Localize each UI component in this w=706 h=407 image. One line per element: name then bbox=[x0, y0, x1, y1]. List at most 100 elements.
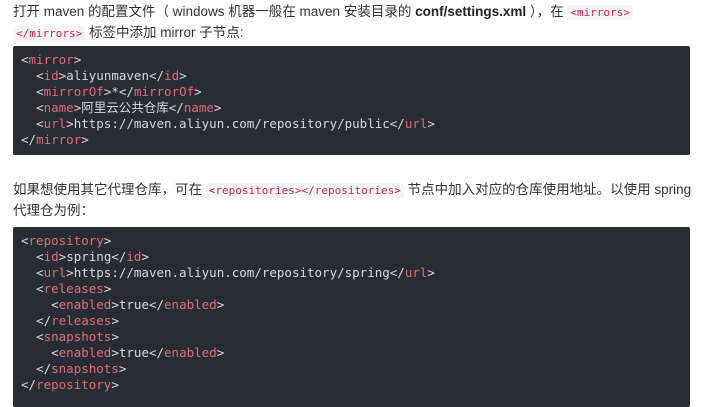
xml-text: https://maven.aliyun.com/repository/spri… bbox=[73, 265, 390, 280]
xml-tag-open: mirror bbox=[28, 52, 74, 67]
angle-bracket: > bbox=[427, 265, 435, 280]
intro-text-1: 打开 maven 的配置文件（ windows 机器一般在 maven 安装目录… bbox=[13, 4, 416, 19]
xml-tag-open: snapshots bbox=[43, 329, 112, 344]
xml-tag-open: repository bbox=[28, 233, 104, 248]
xml-tag-close: enabled bbox=[164, 345, 217, 360]
angle-bracket: < bbox=[36, 100, 44, 115]
xml-tag-open: mirrorOf bbox=[43, 84, 104, 99]
xml-text: 阿里云公共仓库 bbox=[81, 100, 169, 115]
code-line: </releases> bbox=[21, 313, 690, 329]
angle-bracket: < bbox=[36, 68, 44, 83]
code-line: <url>https://maven.aliyun.com/repository… bbox=[21, 116, 690, 132]
angle-bracket: </ bbox=[36, 361, 52, 376]
code-block-mirror: <mirror> <id>aliyunmaven</id> <mirrorOf>… bbox=[13, 46, 690, 155]
code-line: <id>spring</id> bbox=[21, 249, 690, 265]
xml-tag-open: name bbox=[43, 100, 74, 115]
angle-bracket: </ bbox=[148, 345, 165, 360]
code-line: <enabled>true</enabled> bbox=[21, 345, 690, 361]
angle-bracket: < bbox=[36, 249, 44, 264]
intro-text-2: ），在 bbox=[526, 4, 568, 19]
angle-bracket: < bbox=[21, 52, 29, 67]
xml-tag-open: id bbox=[43, 249, 59, 264]
xml-tag-close: id bbox=[126, 249, 142, 264]
code-line: <releases> bbox=[21, 281, 690, 297]
angle-bracket: > bbox=[103, 281, 112, 296]
xml-text: https://maven.aliyun.com/repository/publ… bbox=[73, 116, 390, 131]
xml-tag-close: mirror bbox=[36, 132, 82, 147]
angle-bracket: > bbox=[66, 116, 74, 131]
xml-tag-close: repository bbox=[36, 377, 112, 392]
xml-tag-close: id bbox=[164, 68, 180, 83]
xml-tag-open: enabled bbox=[58, 297, 112, 312]
angle-bracket: > bbox=[111, 313, 119, 328]
inline-code-mirrors-open: <mirrors> bbox=[567, 5, 633, 20]
angle-bracket: < bbox=[51, 297, 59, 312]
xml-tag-close: mirrorOf bbox=[133, 84, 195, 99]
angle-bracket: < bbox=[36, 281, 44, 296]
code-line: <mirrorOf>*</mirrorOf> bbox=[21, 84, 690, 100]
xml-text: spring bbox=[66, 249, 112, 264]
xml-text: true bbox=[118, 345, 149, 360]
angle-bracket: </ bbox=[118, 84, 134, 99]
code-line: <enabled>true</enabled> bbox=[21, 297, 690, 313]
xml-text: * bbox=[111, 84, 119, 99]
xml-text: true bbox=[118, 297, 149, 312]
angle-bracket: < bbox=[36, 329, 44, 344]
xml-tag-open: id bbox=[43, 68, 59, 83]
angle-bracket: </ bbox=[389, 116, 405, 131]
angle-bracket: </ bbox=[21, 377, 37, 392]
angle-bracket: </ bbox=[36, 313, 52, 328]
repositories-paragraph: 如果想使用其它代理仓库，可在 <repositories></repositor… bbox=[13, 180, 693, 221]
xml-tag-close: releases bbox=[51, 313, 112, 328]
angle-bracket: > bbox=[111, 297, 119, 312]
angle-bracket: > bbox=[81, 132, 89, 147]
xml-tag-close: url bbox=[404, 265, 428, 280]
code-line: <url>https://maven.aliyun.com/repository… bbox=[21, 265, 690, 281]
angle-bracket: < bbox=[51, 345, 59, 360]
xml-text: aliyunmaven bbox=[66, 68, 149, 83]
code-line: </mirror> bbox=[21, 132, 690, 148]
xml-tag-open: url bbox=[43, 116, 67, 131]
angle-bracket: > bbox=[118, 361, 127, 376]
angle-bracket: > bbox=[216, 345, 225, 360]
angle-bracket: > bbox=[216, 297, 225, 312]
angle-bracket: > bbox=[213, 100, 222, 115]
angle-bracket: </ bbox=[168, 100, 184, 115]
settings-file-path: conf/settings.xml bbox=[415, 4, 527, 19]
xml-tag-open: releases bbox=[43, 281, 104, 296]
xml-tag-close: enabled bbox=[164, 297, 217, 312]
angle-bracket: </ bbox=[21, 132, 37, 147]
angle-bracket: > bbox=[179, 68, 187, 83]
code-block-repository: <repository> <id>spring</id> <url>https:… bbox=[13, 227, 690, 407]
intro-text-3: 标签中添加 mirror 子节点: bbox=[85, 25, 244, 40]
angle-bracket: > bbox=[427, 116, 435, 131]
xml-tag-open: url bbox=[43, 265, 67, 280]
angle-bracket: > bbox=[111, 377, 119, 392]
code-line: <repository> bbox=[21, 233, 690, 249]
repo-text-1: 如果想使用其它代理仓库，可在 bbox=[13, 182, 206, 197]
intro-paragraph: 打开 maven 的配置文件（ windows 机器一般在 maven 安装目录… bbox=[13, 2, 693, 44]
xml-tag-open: enabled bbox=[58, 345, 112, 360]
xml-tag-close: name bbox=[183, 100, 214, 115]
angle-bracket: </ bbox=[148, 68, 165, 83]
angle-bracket: > bbox=[73, 52, 82, 67]
inline-code-mirrors-close: </mirrors> bbox=[13, 26, 86, 41]
angle-bracket: > bbox=[111, 345, 119, 360]
angle-bracket: > bbox=[103, 233, 112, 248]
angle-bracket: > bbox=[66, 265, 74, 280]
angle-bracket: < bbox=[36, 265, 44, 280]
angle-bracket: > bbox=[194, 84, 202, 99]
inline-code-repositories: <repositories></repositories> bbox=[205, 183, 404, 198]
angle-bracket: < bbox=[36, 116, 44, 131]
xml-tag-close: snapshots bbox=[51, 361, 119, 376]
code-line: <name>阿里云公共仓库</name> bbox=[21, 100, 690, 116]
angle-bracket: < bbox=[21, 233, 29, 248]
angle-bracket: </ bbox=[148, 297, 165, 312]
code-line: </snapshots> bbox=[21, 361, 690, 377]
angle-bracket: </ bbox=[111, 249, 127, 264]
code-line: <snapshots> bbox=[21, 329, 690, 345]
code-line: <id>aliyunmaven</id> bbox=[21, 68, 690, 84]
angle-bracket: </ bbox=[389, 265, 405, 280]
angle-bracket: > bbox=[111, 329, 119, 344]
angle-bracket: > bbox=[141, 249, 149, 264]
